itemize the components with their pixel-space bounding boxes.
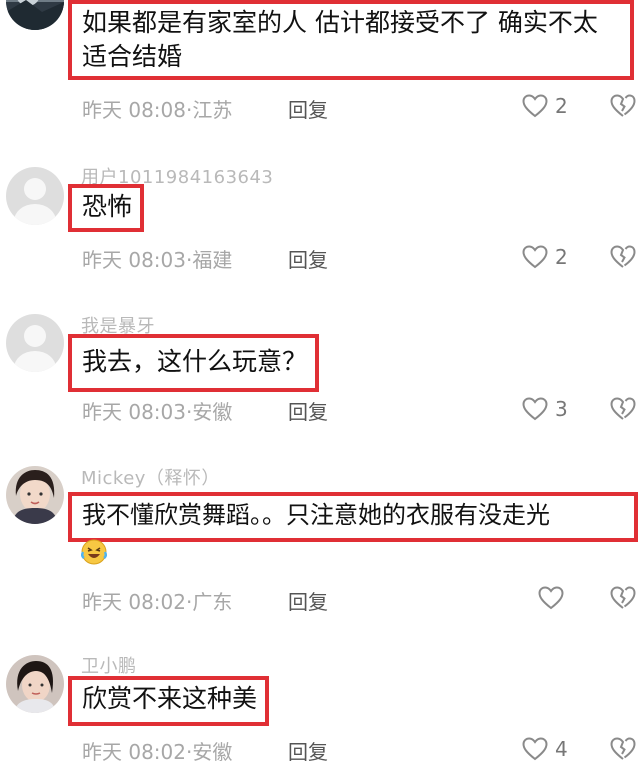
broken-heart-icon[interactable]	[610, 244, 636, 270]
like-button[interactable]: 2	[522, 93, 568, 119]
broken-heart-icon[interactable]	[610, 396, 636, 422]
comment-location: 福建	[192, 248, 233, 272]
heart-outline-icon	[522, 397, 548, 421]
comment-item: 用户1011984163643 恐怖 昨天 08:03·福建 回复 2	[0, 160, 640, 290]
reply-button[interactable]: 回复	[288, 736, 328, 765]
comment-item: 卫小鹏 欣赏不来这种美 昨天 08:02·安徽 回复 4	[0, 650, 640, 764]
comment-text: 我去，这什么玩意？	[68, 334, 320, 392]
comment-time: 昨天 08:02	[82, 590, 186, 614]
avatar[interactable]	[6, 167, 64, 225]
avatar[interactable]	[6, 655, 64, 713]
comment-item: 如果都是有家室的人 估计都接受不了 确实不太适合结婚 昨天 08:08·江苏 回…	[0, 0, 640, 130]
comment-text: 恐怖	[68, 184, 145, 232]
like-button[interactable]: 3	[522, 396, 568, 422]
comment-text: 如果都是有家室的人 估计都接受不了 确实不太适合结婚	[68, 0, 634, 80]
like-count: 2	[555, 94, 568, 118]
comment-item: Mickey（释怀） 我不懂欣赏舞蹈。。只注意她的衣服有没走光 昨天 08:02…	[0, 460, 640, 630]
comment-location: 安徽	[192, 400, 233, 424]
heart-outline-icon	[522, 737, 548, 761]
broken-heart-icon[interactable]	[610, 736, 636, 762]
avatar[interactable]	[6, 0, 64, 30]
comment-meta: 昨天 08:02·安徽	[82, 736, 232, 765]
broken-heart-icon[interactable]	[610, 93, 636, 119]
comment-time: 昨天 08:08	[82, 98, 186, 122]
comment-list: 如果都是有家室的人 估计都接受不了 确实不太适合结婚 昨天 08:08·江苏 回…	[0, 0, 640, 764]
avatar[interactable]	[6, 466, 64, 524]
reply-button[interactable]: 回复	[288, 586, 328, 615]
like-button[interactable]: 4	[522, 736, 568, 762]
comment-time: 昨天 08:03	[82, 400, 186, 424]
comment-text: 欣赏不来这种美	[68, 676, 270, 726]
heart-outline-icon	[522, 94, 548, 118]
username[interactable]: Mickey（释怀）	[81, 464, 220, 490]
comment-location: 安徽	[192, 740, 233, 764]
comment-time: 昨天 08:02	[82, 740, 186, 764]
comment-meta: 昨天 08:03·安徽	[82, 396, 232, 425]
like-button[interactable]	[538, 585, 571, 611]
like-count: 4	[555, 737, 568, 761]
heart-outline-icon	[522, 245, 548, 269]
reply-button[interactable]: 回复	[288, 244, 328, 273]
comment-time: 昨天 08:03	[82, 248, 186, 272]
laughing-crying-emoji	[81, 539, 107, 565]
comment-text: 我不懂欣赏舞蹈。。只注意她的衣服有没走光	[68, 492, 638, 542]
comment-location: 广东	[192, 590, 233, 614]
like-button[interactable]: 2	[522, 244, 568, 270]
like-count: 3	[555, 397, 568, 421]
reply-button[interactable]: 回复	[288, 396, 328, 425]
comment-meta: 昨天 08:08·江苏	[82, 94, 232, 123]
reply-button[interactable]: 回复	[288, 94, 328, 123]
comment-meta: 昨天 08:03·福建	[82, 244, 232, 273]
username[interactable]: 卫小鹏	[81, 652, 137, 678]
heart-outline-icon	[538, 586, 564, 610]
avatar[interactable]	[6, 314, 64, 372]
comment-meta: 昨天 08:02·广东	[82, 586, 232, 615]
comment-item: 我是暴牙 我去，这什么玩意？ 昨天 08:03·安徽 回复 3	[0, 310, 640, 440]
comment-location: 江苏	[192, 98, 233, 122]
like-count: 2	[555, 245, 568, 269]
broken-heart-icon[interactable]	[610, 585, 636, 611]
